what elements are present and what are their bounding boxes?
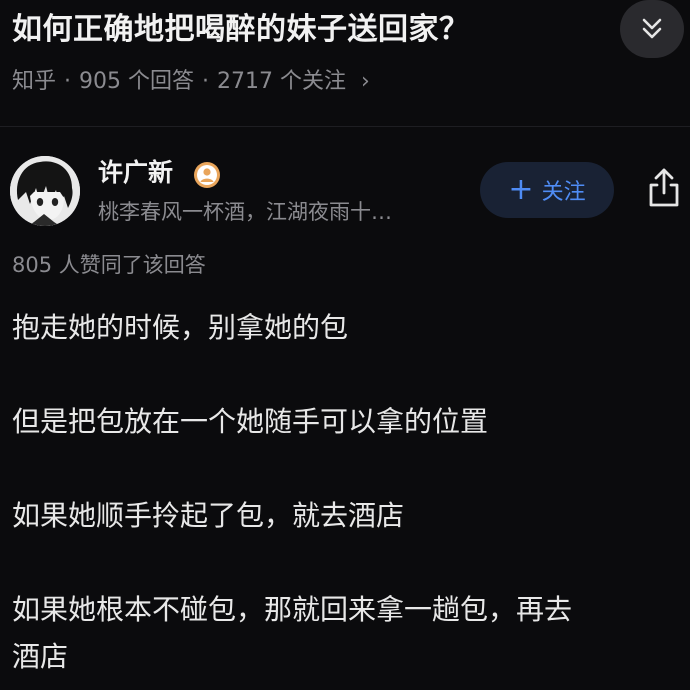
share-icon[interactable] bbox=[644, 166, 684, 210]
plus-icon: + bbox=[508, 172, 534, 207]
chevron-double-down-icon bbox=[642, 18, 662, 39]
question-meta[interactable]: 知乎 · 905 个回答 · 2717 个关注 › bbox=[12, 66, 370, 98]
chevron-right-icon: › bbox=[361, 69, 370, 94]
answer-paragraph: 抱走她的时候，别拿她的包 bbox=[12, 311, 349, 344]
answer-body[interactable]: 抱走她的时候，别拿她的包 但是把包放在一个她随手可以拿的位置 如果她顺手拎起了包… bbox=[12, 304, 676, 680]
avatar-image bbox=[10, 156, 80, 226]
person-badge-icon bbox=[192, 160, 222, 190]
answer-paragraph: 如果她根本不碰包，那就回来拿一趟包，再去 bbox=[12, 593, 573, 626]
answer-paragraph: 但是把包放在一个她随手可以拿的位置 bbox=[12, 405, 489, 438]
avatar[interactable] bbox=[10, 156, 80, 226]
answer-paragraph-continuation: 酒店 bbox=[12, 640, 69, 673]
vote-count: 805 人赞同了该回答 bbox=[12, 253, 206, 277]
follower-count: 2717 个关注 bbox=[217, 69, 346, 94]
answer-count: 905 个回答 bbox=[79, 69, 195, 94]
author-name[interactable]: 许广新 bbox=[98, 156, 173, 190]
collapse-button[interactable] bbox=[620, 0, 684, 58]
meta-separator: · bbox=[202, 69, 210, 94]
author-bio: 桃李春风一杯酒，江湖夜雨十… bbox=[98, 200, 392, 224]
meta-separator: · bbox=[64, 69, 72, 94]
question-title[interactable]: 如何正确地把喝醉的妹子送回家？ bbox=[12, 10, 470, 50]
divider bbox=[0, 126, 690, 127]
answer-paragraph: 如果她顺手拎起了包，就去酒店 bbox=[12, 499, 405, 532]
follow-button[interactable]: + 关注 bbox=[480, 162, 614, 218]
follow-button-label: 关注 bbox=[541, 180, 586, 205]
source-label: 知乎 bbox=[12, 69, 57, 94]
